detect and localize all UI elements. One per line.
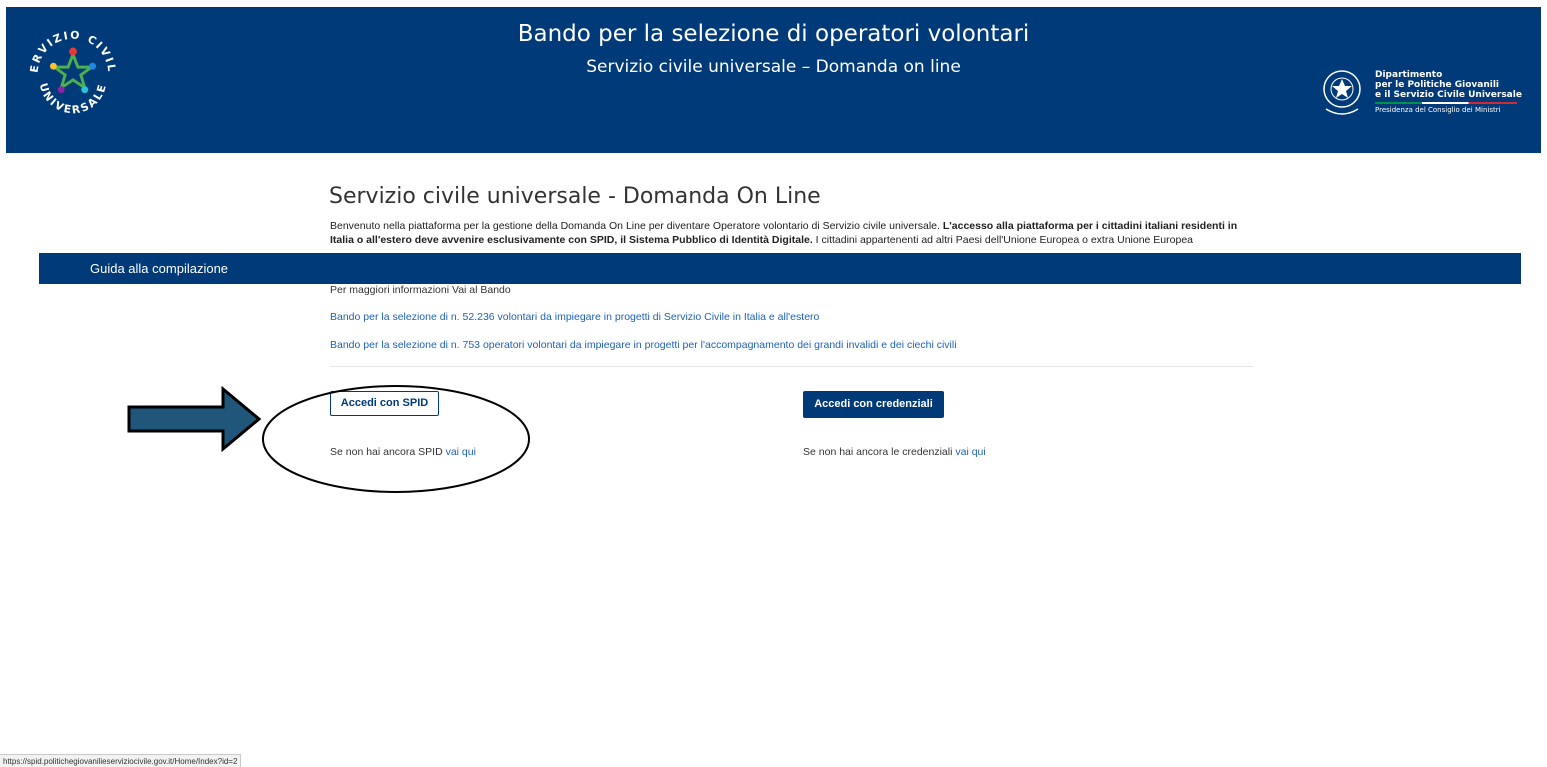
credentials-hint-text: Se non hai ancora le credenziali: [803, 446, 956, 458]
divider: [330, 366, 1253, 367]
tricolor-bar: [1375, 102, 1517, 104]
italian-republic-emblem-icon: [1323, 70, 1361, 115]
dept-line-3: e il Servizio Civile Universale: [1375, 90, 1522, 100]
annotation-ellipse: [262, 385, 530, 493]
status-bar-url: https://spid.politichegiovanilieservizio…: [0, 754, 242, 767]
header-title: Bando per la selezione di operatori volo…: [517, 21, 1030, 47]
intro-text: Benvenuto nella piattaforma per la gesti…: [330, 219, 1260, 247]
site-header: SERVIZIO CIVILE UNIVERSALE Bando per la …: [6, 7, 1541, 153]
page-title: Servizio civile universale - Domanda On …: [329, 184, 821, 209]
more-info-text: Per maggiori informazioni Vai al Bando: [330, 284, 511, 296]
intro-text-part2: I cittadini appartenenti ad altri Paesi …: [812, 234, 1193, 246]
dept-line-1: Dipartimento: [1375, 70, 1443, 80]
svg-text:UNIVERSALE: UNIVERSALE: [37, 81, 110, 116]
annotation-arrow-icon: [127, 386, 262, 452]
bando-link-2[interactable]: Bando per la selezione di n. 753 operato…: [330, 339, 957, 351]
bando-link-1[interactable]: Bando per la selezione di n. 52.236 volo…: [330, 311, 819, 323]
department-label: Dipartimento per le Politiche Giovanili …: [1375, 70, 1522, 115]
dept-line-4: Presidenza del Consiglio dei Ministri: [1375, 106, 1501, 114]
credentials-hint: Se non hai ancora le credenziali vai qui: [803, 446, 986, 458]
guide-link[interactable]: Guida alla compilazione: [90, 261, 228, 276]
credentials-login-button[interactable]: Accedi con credenziali: [803, 391, 944, 418]
header-subtitle: Servizio civile universale – Domanda on …: [586, 57, 961, 77]
credentials-hint-link[interactable]: vai qui: [955, 446, 985, 458]
intro-text-part1: Benvenuto nella piattaforma per la gesti…: [330, 220, 943, 232]
dept-line-2: per le Politiche Giovanili: [1375, 80, 1500, 90]
guide-bar: Guida alla compilazione: [39, 253, 1521, 284]
